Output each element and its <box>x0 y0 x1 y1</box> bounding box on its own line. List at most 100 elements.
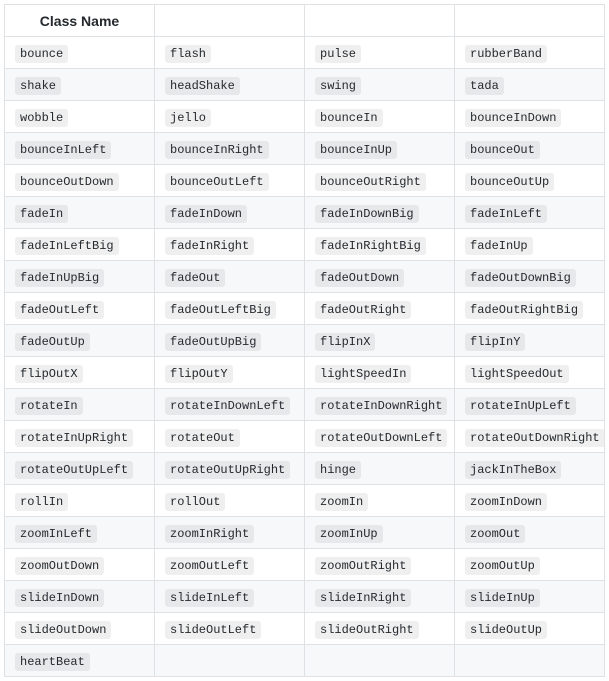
table-cell: bounce <box>5 37 155 69</box>
class-name-code: bounceOut <box>465 141 540 159</box>
class-name-code: flipInX <box>315 333 375 351</box>
table-cell: slideOutDown <box>5 613 155 645</box>
class-name-code: slideInUp <box>465 589 540 607</box>
table-cell: rotateOutDownRight <box>455 421 605 453</box>
table-cell: fadeInUpBig <box>5 261 155 293</box>
class-name-code: tada <box>465 77 504 95</box>
table-cell: fadeOutDown <box>305 261 455 293</box>
table-cell: fadeOutUp <box>5 325 155 357</box>
class-name-code: bounceInUp <box>315 141 397 159</box>
table-row: rotateOutUpLeft rotateOutUpRight hingejack… <box>5 453 605 485</box>
class-name-code: zoomOutUp <box>465 557 540 575</box>
table-header-row: Class Name <box>5 5 605 37</box>
class-name-code: slideInRight <box>315 589 411 607</box>
class-name-code: zoomInRight <box>165 525 254 543</box>
table-cell: bounceOutDown <box>5 165 155 197</box>
table-cell: slideOutUp <box>455 613 605 645</box>
class-name-code: bounceOutRight <box>315 173 426 191</box>
table-cell: bounceInLeft <box>5 133 155 165</box>
table-row: zoomInLeftzoomInRightzoomInUpzoomOut <box>5 517 605 549</box>
table-cell: heartBeat <box>5 645 155 677</box>
class-name-code: slideInDown <box>15 589 104 607</box>
class-name-code: lightSpeedIn <box>315 365 411 383</box>
table-cell: rubberBand <box>455 37 605 69</box>
table-cell: slideInDown <box>5 581 155 613</box>
table-cell: rotateOutUpRight <box>155 453 305 485</box>
class-name-code: rollOut <box>165 493 225 511</box>
table-cell: zoomInRight <box>155 517 305 549</box>
table-cell: rollOut <box>155 485 305 517</box>
table-row: bounceOutDown bounceOutLeft bounceOutRight… <box>5 165 605 197</box>
class-name-code: bounceInDown <box>465 109 561 127</box>
table-cell: bounceInRight <box>155 133 305 165</box>
class-name-code: shake <box>15 77 61 95</box>
class-name-code: fadeOutUp <box>15 333 90 351</box>
class-name-code: zoomIn <box>315 493 368 511</box>
class-name-code: rotateOutUpLeft <box>15 461 133 479</box>
table-row: bounceInLeft bounceInRight bounceInUp bounc… <box>5 133 605 165</box>
table-cell: slideInRight <box>305 581 455 613</box>
table-cell: fadeInLeftBig <box>5 229 155 261</box>
table-cell: fadeInRight <box>155 229 305 261</box>
class-name-code: rotateInDownLeft <box>165 397 290 415</box>
class-name-code: lightSpeedOut <box>465 365 569 383</box>
table-cell: flipOutX <box>5 357 155 389</box>
table-cell: hinge <box>305 453 455 485</box>
class-name-code: fadeOutDown <box>315 269 404 287</box>
class-name-code: zoomOutLeft <box>165 557 254 575</box>
table-row: wobblejellobounceInbounceInDown <box>5 101 605 133</box>
table-cell: zoomOutRight <box>305 549 455 581</box>
table-cell: fadeInDown <box>155 197 305 229</box>
class-name-code: rotateOutUpRight <box>165 461 290 479</box>
table-row: flipOutXflipOutYlightSpeedInlightSpeedOu… <box>5 357 605 389</box>
table-cell: rotateOut <box>155 421 305 453</box>
table-cell: bounceInUp <box>305 133 455 165</box>
table-cell: rotateInUpRight <box>5 421 155 453</box>
table-cell: flipInX <box>305 325 455 357</box>
class-name-code: bounce <box>15 45 68 63</box>
class-name-code: heartBeat <box>15 653 90 671</box>
table-cell: bounceOutLeft <box>155 165 305 197</box>
class-name-code: headShake <box>165 77 240 95</box>
table-row: fadeInfadeInDownfadeInDownBigfadeInLeft <box>5 197 605 229</box>
table-row: rollIn rollOut zoomIn zoomInDown <box>5 485 605 517</box>
table-cell: slideInLeft <box>155 581 305 613</box>
class-name-code: slideOutLeft <box>165 621 261 639</box>
table-cell: zoomInDown <box>455 485 605 517</box>
class-name-table: Class Name bounceflashpulserubberBandsha… <box>4 4 605 677</box>
table-header-cell <box>305 5 455 37</box>
class-name-code: zoomOut <box>465 525 525 543</box>
class-name-code: bounceOutLeft <box>165 173 269 191</box>
table-row: fadeInLeftBigfadeInRight fadeInRightBig fa… <box>5 229 605 261</box>
table-row: fadeInUpBig fadeOut fadeOutDown fadeOutDown… <box>5 261 605 293</box>
table-cell <box>155 645 305 677</box>
table-cell: fadeInRightBig <box>305 229 455 261</box>
class-name-code: bounceInLeft <box>15 141 111 159</box>
table-header-cell: Class Name <box>5 5 155 37</box>
table-cell: slideOutRight <box>305 613 455 645</box>
table-cell: fadeInUp <box>455 229 605 261</box>
table-cell: pulse <box>305 37 455 69</box>
class-name-code: bounceOutUp <box>465 173 554 191</box>
class-name-code: rotateInUpLeft <box>465 397 576 415</box>
class-name-code: fadeInUpBig <box>15 269 104 287</box>
table-cell: rotateInDownRight <box>305 389 455 421</box>
table-cell: fadeOutDownBig <box>455 261 605 293</box>
table-cell: fadeOut <box>155 261 305 293</box>
class-name-code: fadeOutLeftBig <box>165 301 276 319</box>
class-name-code: rollIn <box>15 493 68 511</box>
class-name-code: fadeInRightBig <box>315 237 426 255</box>
class-name-code: rotateOutDownRight <box>465 429 605 447</box>
table-cell: zoomOutUp <box>455 549 605 581</box>
table-cell <box>455 645 605 677</box>
class-name-code: fadeOut <box>165 269 225 287</box>
table-cell: jello <box>155 101 305 133</box>
table-cell: slideOutLeft <box>155 613 305 645</box>
table-cell: headShake <box>155 69 305 101</box>
table-cell: bounceInDown <box>455 101 605 133</box>
class-name-code: rotateInUpRight <box>15 429 133 447</box>
table-cell: bounceIn <box>305 101 455 133</box>
table-cell: lightSpeedOut <box>455 357 605 389</box>
class-name-code: rotateOut <box>165 429 240 447</box>
table-cell: jackInTheBox <box>455 453 605 485</box>
